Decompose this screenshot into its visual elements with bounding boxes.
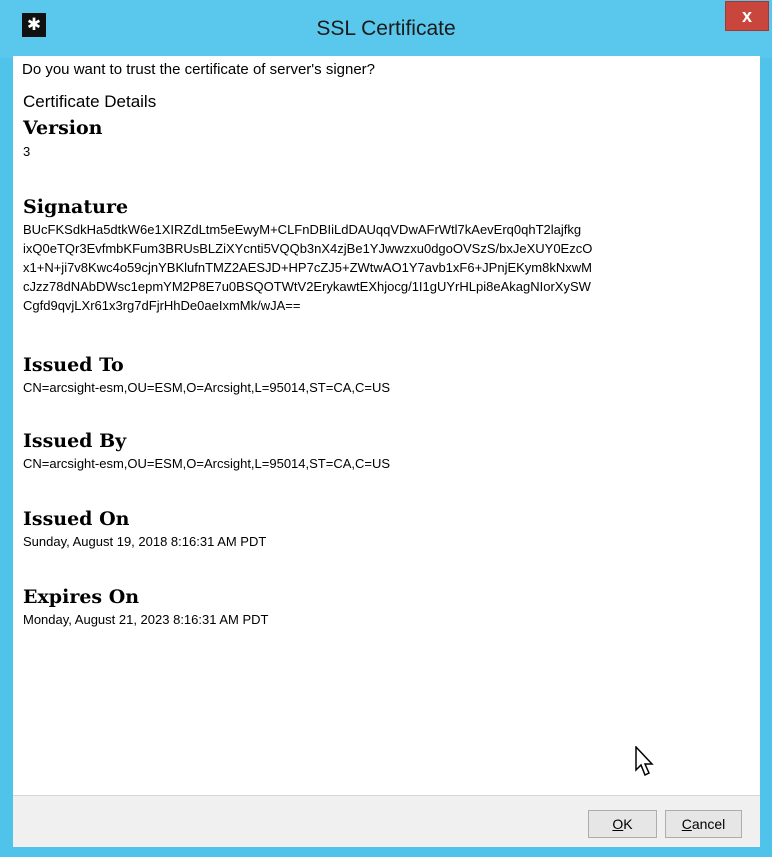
ok-label-rest: K — [623, 816, 633, 832]
issued-by-value: CN=arcsight-esm,OU=ESM,O=Arcsight,L=9501… — [23, 456, 391, 471]
signature-line: Cgfd9qvjLXr61x3rg7dFjrHhDe0aeIxmMk/wJA== — [23, 298, 301, 313]
ok-accelerator: O — [612, 816, 624, 832]
issued-by-label: Issued By — [23, 430, 127, 452]
issued-to-label: Issued To — [23, 354, 124, 376]
signature-line: ixQ0eTQr3EvfmbKFum3BRUsBLZiXYcnti5VQQb3n… — [23, 241, 593, 256]
mouse-cursor-icon — [635, 746, 654, 777]
version-value: 3 — [23, 144, 31, 159]
title-bar[interactable]: ✱ SSL Certificate x — [0, 0, 772, 58]
signature-line: x1+N+ji7v8Kwc4o59cjnYBKlufnTMZ2AESJD+HP7… — [23, 260, 592, 275]
dialog-content: Do you want to trust the certificate of … — [13, 56, 760, 847]
issued-to-value: CN=arcsight-esm,OU=ESM,O=Arcsight,L=9501… — [23, 380, 391, 395]
version-label: Version — [23, 117, 103, 139]
certificate-details-title: Certificate Details — [23, 92, 157, 111]
cancel-accelerator: C — [681, 816, 692, 832]
button-bar: OK Cancel — [13, 796, 760, 847]
cancel-label-rest: ancel — [691, 816, 726, 832]
close-button[interactable]: x — [725, 1, 769, 31]
cancel-button[interactable]: Cancel — [665, 810, 742, 838]
issued-on-label: Issued On — [23, 508, 130, 530]
ssl-certificate-dialog: ✱ SSL Certificate x Do you want to trust… — [0, 0, 772, 857]
expires-on-label: Expires On — [23, 586, 140, 608]
issued-on-value: Sunday, August 19, 2018 8:16:31 AM PDT — [23, 534, 267, 549]
signature-line: cJzz78dNAbDWsc1epmYM2P8E7u0BSQOTWtV2Eryk… — [23, 279, 591, 294]
window-title: SSL Certificate — [316, 17, 456, 40]
signature-line: BUcFKSdkHa5dtkW6e1XIRZdLtm5eEwyM+CLFnDBI… — [23, 222, 582, 237]
expires-on-value: Monday, August 21, 2023 8:16:31 AM PDT — [23, 612, 269, 627]
signature-value: BUcFKSdkHa5dtkW6e1XIRZdLtm5eEwyM+CLFnDBI… — [23, 220, 592, 315]
signature-label: Signature — [23, 196, 129, 218]
ok-button[interactable]: OK — [588, 810, 657, 838]
trust-question: Do you want to trust the certificate of … — [22, 61, 376, 78]
